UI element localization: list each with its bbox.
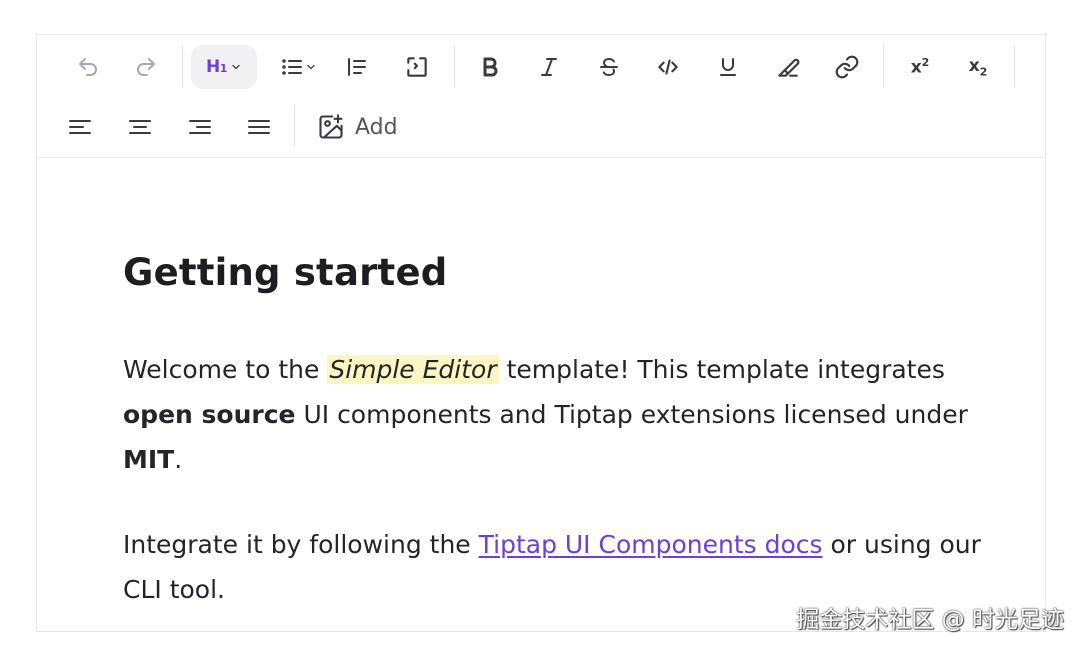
align-justify-icon xyxy=(248,120,270,134)
align-left-button[interactable] xyxy=(57,105,103,149)
bold-text: MIT xyxy=(123,445,175,474)
strike-icon xyxy=(600,57,618,77)
toolbar: H1 x2 x2 Add xyxy=(37,35,1045,158)
paragraph-2[interactable]: Integrate it by following the Tiptap UI … xyxy=(123,522,983,612)
superscript-icon: x2 xyxy=(911,56,930,78)
align-right-icon xyxy=(189,120,211,134)
superscript-base: x xyxy=(910,57,922,78)
chevron-down-icon xyxy=(232,64,240,70)
watermark: 掘金技术社区 @ 时光足迹 xyxy=(796,607,1064,633)
highlighter-icon xyxy=(778,58,800,77)
align-justify-button[interactable] xyxy=(236,105,282,149)
bold-icon xyxy=(483,57,498,77)
link-icon xyxy=(835,55,859,79)
align-center-button[interactable] xyxy=(117,105,163,149)
editor: H1 x2 x2 Add Getting started Welcome to … xyxy=(36,34,1046,632)
highlight-button[interactable] xyxy=(765,45,811,89)
text-run: . xyxy=(174,445,183,474)
list-dropdown-button[interactable] xyxy=(271,45,325,89)
blockquote-button[interactable] xyxy=(334,45,380,89)
separator xyxy=(883,45,884,87)
redo-icon xyxy=(137,58,155,76)
superscript-button[interactable]: x2 xyxy=(897,45,943,89)
image-add-icon xyxy=(319,114,343,139)
paragraph-1[interactable]: Welcome to the Simple Editor template! T… xyxy=(123,347,983,482)
undo-button[interactable] xyxy=(65,45,111,89)
text-run: UI components and Tiptap extensions lice… xyxy=(295,400,968,429)
heading-letter: H xyxy=(206,57,220,77)
list-icon xyxy=(281,59,302,75)
text-run: Welcome to the xyxy=(123,355,328,384)
subscript-button[interactable]: x2 xyxy=(955,45,1001,89)
chevron-down-icon xyxy=(306,64,315,70)
heading-dropdown-button[interactable]: H1 xyxy=(191,45,257,89)
add-image-label: Add xyxy=(355,114,398,140)
separator xyxy=(294,105,295,147)
separator xyxy=(1014,45,1015,87)
align-left-icon xyxy=(69,120,91,134)
align-right-button[interactable] xyxy=(177,105,223,149)
code-icon xyxy=(658,59,678,75)
highlighted-text: Simple Editor xyxy=(327,355,499,384)
code-block-button[interactable] xyxy=(394,45,440,89)
bold-button[interactable] xyxy=(467,45,513,89)
underline-button[interactable] xyxy=(705,45,751,89)
heading-level: 1 xyxy=(219,62,228,75)
docs-link[interactable]: Tiptap UI Components docs xyxy=(479,530,823,559)
separator xyxy=(182,45,183,87)
italic-icon xyxy=(541,58,557,76)
align-center-icon xyxy=(129,120,151,134)
undo-icon xyxy=(79,58,97,76)
redo-button[interactable] xyxy=(123,45,169,89)
blockquote-icon xyxy=(348,58,366,76)
strikethrough-button[interactable] xyxy=(586,45,632,89)
heading-label: H1 xyxy=(206,57,227,77)
subscript-base: x xyxy=(968,55,980,76)
underline-icon xyxy=(720,58,736,76)
code-button[interactable] xyxy=(645,45,691,89)
link-button[interactable] xyxy=(824,45,870,89)
code-block-icon xyxy=(407,57,427,77)
italic-button[interactable] xyxy=(526,45,572,89)
bold-text: open source xyxy=(123,400,296,429)
superscript-mark: 2 xyxy=(921,56,930,70)
separator xyxy=(454,45,455,87)
subscript-mark: 2 xyxy=(979,65,988,79)
text-run: Integrate it by following the xyxy=(123,530,479,559)
document-title[interactable]: Getting started xyxy=(123,251,447,294)
add-image-button[interactable]: Add xyxy=(307,105,407,149)
text-run: template! This template integrates xyxy=(498,355,945,384)
subscript-icon: x2 xyxy=(969,56,988,78)
